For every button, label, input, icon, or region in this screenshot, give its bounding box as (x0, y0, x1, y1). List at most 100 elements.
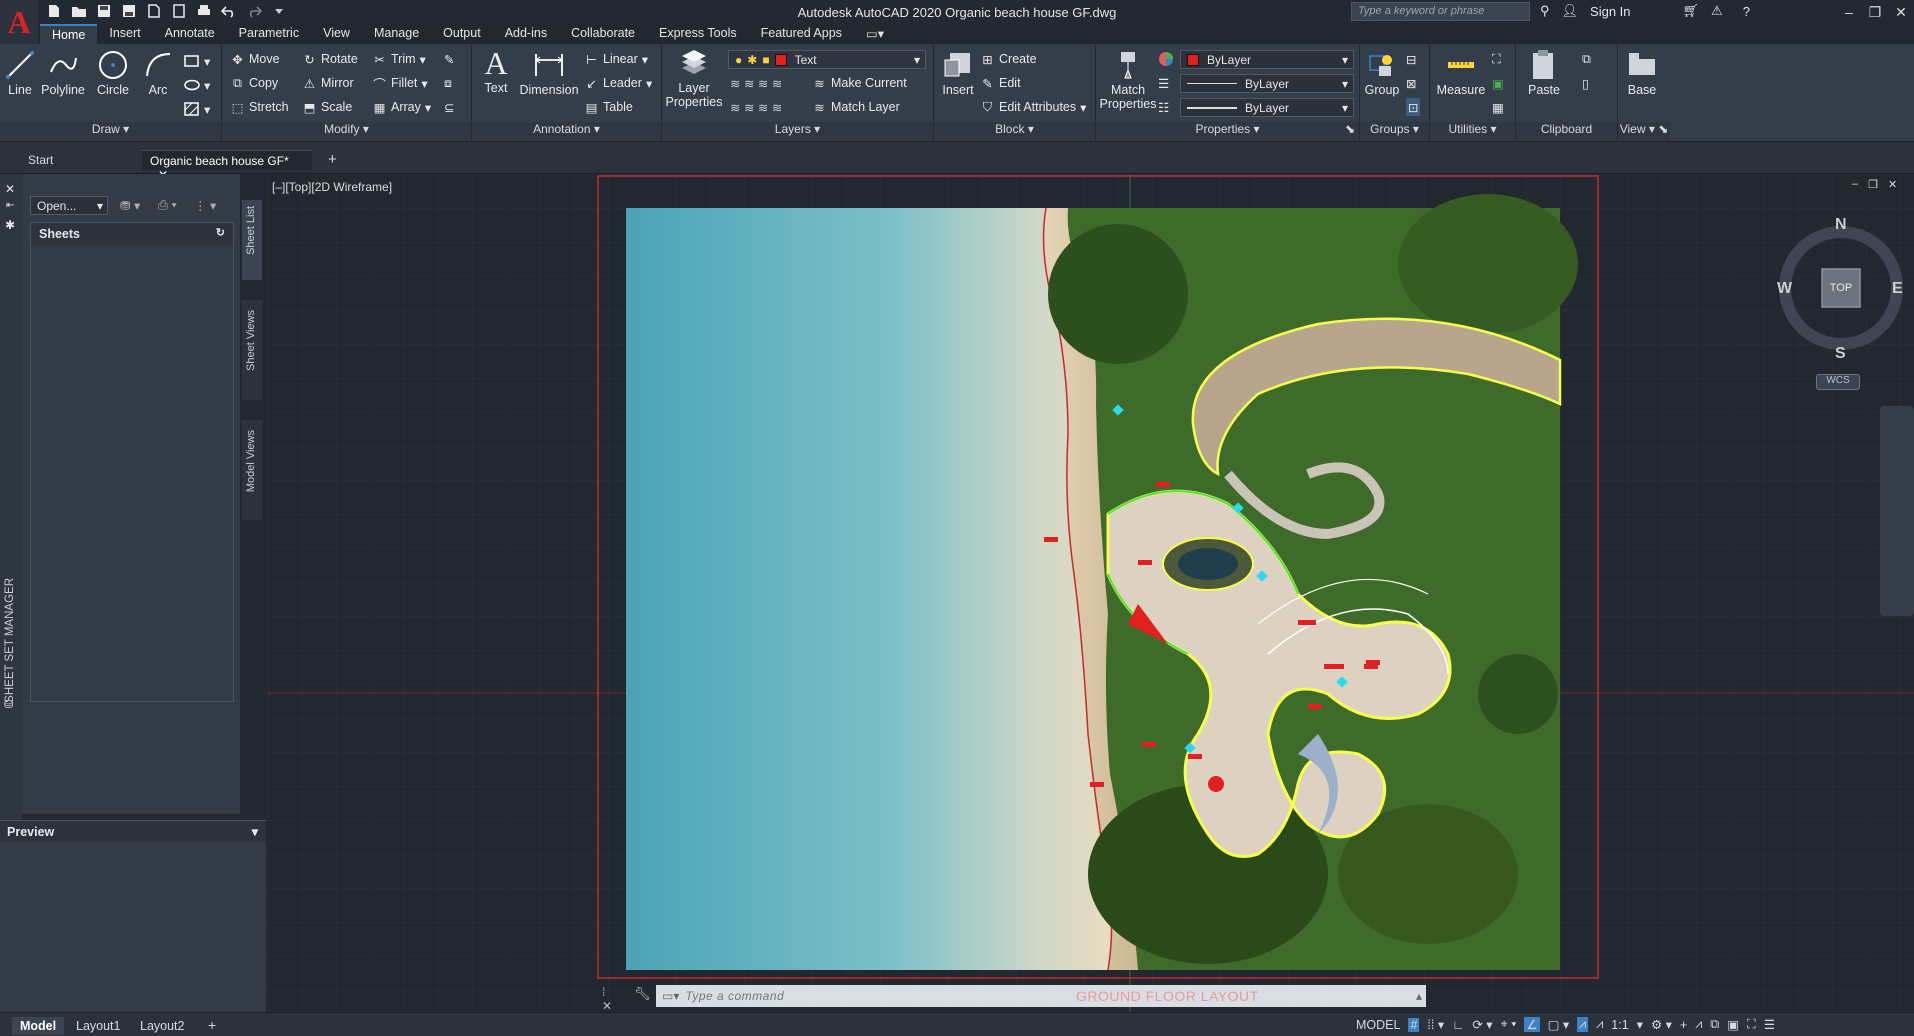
scale-dropdown-icon[interactable]: ▾ (1637, 1017, 1643, 1032)
tab-parametric[interactable]: Parametric (227, 24, 311, 44)
transparency-icon[interactable]: ▢ ▾ (1548, 1017, 1570, 1032)
add-layout-button[interactable]: + (202, 1017, 222, 1033)
linetype-dropdown[interactable]: ByLayer ▾ (1180, 74, 1354, 93)
units-icon[interactable]: ⩘ (1695, 1017, 1702, 1032)
offset-icon[interactable]: ⊆ (444, 98, 454, 116)
calculator-icon[interactable]: ▦ (1492, 98, 1504, 116)
make-current-button[interactable]: ≋ Make Current (812, 74, 906, 92)
fillet-button[interactable]: ⌒ Fillet ▾ (372, 74, 427, 92)
group-button[interactable]: Group (1362, 48, 1402, 97)
view-panel-title[interactable]: View ▾ ⬊ (1618, 122, 1670, 140)
application-menu-button[interactable]: A (0, 0, 38, 44)
undo-icon[interactable] (221, 3, 237, 19)
binoculars-icon[interactable]: ⚲ (1540, 3, 1550, 19)
drawing-tab[interactable]: Organic beach house GF* ✕ (142, 150, 312, 182)
ungroup-icon[interactable]: ⊟ (1406, 50, 1416, 68)
tab-model-views[interactable]: Model Views (242, 420, 262, 520)
user-icon[interactable]: 👤︎ (1562, 3, 1579, 19)
insert-button[interactable]: Insert (938, 48, 978, 97)
array-button[interactable]: ▦ Array ▾ (372, 98, 432, 116)
annotation-panel-title[interactable]: Annotation ▾ (472, 122, 661, 140)
customization-menu-icon[interactable]: ☰ (1764, 1017, 1775, 1032)
open-sheet-set-dropdown[interactable]: Open... ▾ (30, 196, 108, 215)
circle-button[interactable]: Circle (92, 48, 134, 97)
plot-sheets-icon[interactable]: ⎙ ▾ (158, 196, 177, 214)
tab-insert[interactable]: Insert (97, 24, 152, 44)
rotate-button[interactable]: ↻ Rotate (302, 50, 358, 68)
polyline-button[interactable]: Polyline (40, 48, 86, 97)
save-as-icon[interactable] (121, 3, 137, 19)
clean-screen-icon[interactable]: ⛶ (1747, 1017, 1756, 1032)
compass-west[interactable]: W (1777, 280, 1792, 298)
palette-properties-icon[interactable]: ✱ (5, 218, 15, 232)
minimize-icon[interactable]: – (1836, 0, 1862, 24)
tab-express-tools[interactable]: Express Tools (647, 24, 749, 44)
grid-icon[interactable]: # (1408, 1017, 1420, 1032)
viewport-restore-icon[interactable]: ❐ (1868, 178, 1878, 191)
new-tab-button[interactable]: + (320, 150, 345, 170)
layers-panel-title[interactable]: Layers ▾ (662, 122, 933, 140)
snap-icon[interactable]: ⁞⁞ ▾ (1427, 1017, 1444, 1032)
hardware-accel-icon[interactable]: ▣ (1727, 1017, 1739, 1032)
a360-icon[interactable]: ⚠︎ (1711, 3, 1723, 19)
lineweight-toggle-icon[interactable]: ∠ (1524, 1017, 1540, 1032)
restore-icon[interactable]: ❐ (1862, 0, 1888, 24)
match-layer-button[interactable]: ≋ Match Layer (812, 98, 900, 116)
mirror-button[interactable]: ⚠︎ Mirror (302, 74, 354, 92)
palette-autohide-icon[interactable]: ⇤ (6, 200, 14, 211)
text-button[interactable]: A Text (478, 45, 514, 95)
block-panel-title[interactable]: Block ▾ (934, 122, 1095, 140)
quick-select-icon[interactable]: ⛶ (1492, 50, 1501, 68)
tab-model[interactable]: Model (12, 1017, 65, 1035)
select-all-icon[interactable]: ▣ (1492, 74, 1504, 92)
arc-button[interactable]: Arc (140, 48, 176, 97)
tab-collaborate[interactable]: Collaborate (559, 24, 647, 44)
tab-home[interactable]: Home (40, 24, 98, 44)
tab-add-ins[interactable]: Add-ins (493, 24, 559, 44)
tab-view[interactable]: View (311, 24, 362, 44)
annotation-visibility-icon[interactable]: ⩘ (1577, 1017, 1589, 1032)
trim-button[interactable]: ✂ Trim ▾ (372, 50, 426, 68)
search-input[interactable]: Type a keyword or phrase (1351, 2, 1530, 21)
leader-dropdown[interactable]: ↙ Leader ▾ (584, 74, 652, 92)
measure-button[interactable]: Measure (1434, 48, 1488, 97)
ortho-icon[interactable]: ∟ (1452, 1018, 1464, 1032)
layer-tools-row2[interactable]: ≋ ≋ ≋ ≋ (730, 98, 782, 116)
tab-sheet-views[interactable]: Sheet Views (242, 300, 262, 400)
color-wheel-icon[interactable] (1158, 50, 1174, 68)
cut-icon[interactable]: ⧉ (1582, 50, 1591, 68)
compass-east[interactable]: E (1892, 280, 1903, 298)
sign-in-link[interactable]: Sign In (1590, 4, 1630, 19)
save-icon[interactable] (96, 3, 112, 19)
group-selection-icon[interactable]: ⊡ (1406, 98, 1421, 116)
command-line-grip[interactable]: ⁞ ✕ (602, 985, 618, 1012)
edit-attributes-button[interactable]: ⛉ Edit Attributes ▾ (980, 98, 1087, 116)
help-icon[interactable]: ? (1743, 4, 1750, 19)
workspace-gear-icon[interactable]: ⚙ ▾ (1651, 1017, 1672, 1032)
explode-icon[interactable]: ⧈ (444, 74, 452, 92)
create-block-button[interactable]: ⊞ Create (980, 50, 1036, 68)
sheet-options-icon[interactable]: ⋮ ▾ (194, 196, 216, 214)
customize-qat-icon[interactable] (271, 3, 287, 19)
layer-properties-button[interactable]: Layer Properties (664, 46, 724, 110)
ucs-menu[interactable]: WCS (1816, 374, 1860, 390)
tab-manage[interactable]: Manage (362, 24, 431, 44)
open-icon[interactable] (71, 3, 87, 19)
move-button[interactable]: ✥ Move (230, 50, 279, 68)
properties-panel-title[interactable]: Properties ▾ ⬊ (1096, 122, 1359, 140)
erase-icon[interactable]: ✎ (444, 50, 454, 68)
compass-north[interactable]: N (1835, 216, 1847, 234)
view-cube[interactable]: N S E W TOP WCS (1776, 214, 1906, 390)
drawing-canvas[interactable]: [–][Top][2D Wireframe] N S E W TOP WCS –… (268, 174, 1914, 1012)
tab-layout2[interactable]: Layout2 (134, 1017, 190, 1035)
layer-tools-row1[interactable]: ≋ ≋ ≋ ≋ (730, 74, 782, 92)
viewcube-top-face[interactable]: TOP (1822, 282, 1860, 294)
redo-icon[interactable] (246, 3, 262, 19)
plot-icon[interactable] (196, 3, 212, 19)
tab-sheet-list[interactable]: Sheet List (242, 200, 262, 280)
dimension-button[interactable]: Dimension (518, 48, 580, 97)
navigation-bar[interactable] (1880, 406, 1914, 616)
compass-south[interactable]: S (1835, 345, 1846, 363)
osnap-icon[interactable]: ⌖ ▾ (1501, 1017, 1517, 1032)
paste-button[interactable]: Paste (1520, 48, 1568, 97)
